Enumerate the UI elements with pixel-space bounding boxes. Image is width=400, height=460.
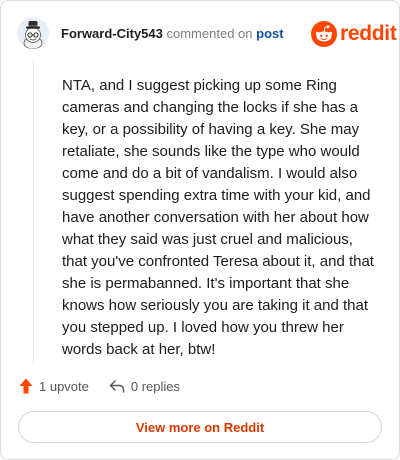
upvote-action[interactable]: 1 upvote	[19, 378, 89, 394]
reply-icon[interactable]	[109, 379, 125, 393]
thread-line	[33, 61, 34, 363]
comment-actions: 1 upvote 0 replies	[19, 378, 180, 394]
upvote-arrow-icon[interactable]	[19, 378, 33, 394]
comment-header: Forward-City543 commented on post	[61, 26, 284, 42]
reddit-wordmark: reddit	[340, 22, 397, 45]
comment-body: NTA, and I suggest picking up some Ring …	[62, 77, 374, 358]
reddit-snoo-icon	[311, 21, 337, 47]
comment-card: Forward-City543 commented on post reddit…	[0, 0, 400, 460]
author-name[interactable]: Forward-City543	[61, 26, 163, 41]
replies-count: 0 replies	[130, 378, 181, 394]
upvote-count: 1 upvote	[39, 378, 89, 394]
comment-action-text: commented on	[166, 26, 253, 41]
avatar-snoo-hat-icon	[17, 17, 49, 49]
reply-action[interactable]: 0 replies	[109, 379, 180, 394]
user-avatar[interactable]	[17, 17, 49, 49]
view-more-button[interactable]: View more on Reddit	[18, 411, 382, 443]
reddit-logo[interactable]: reddit	[311, 21, 397, 47]
post-link[interactable]: post	[256, 26, 283, 41]
